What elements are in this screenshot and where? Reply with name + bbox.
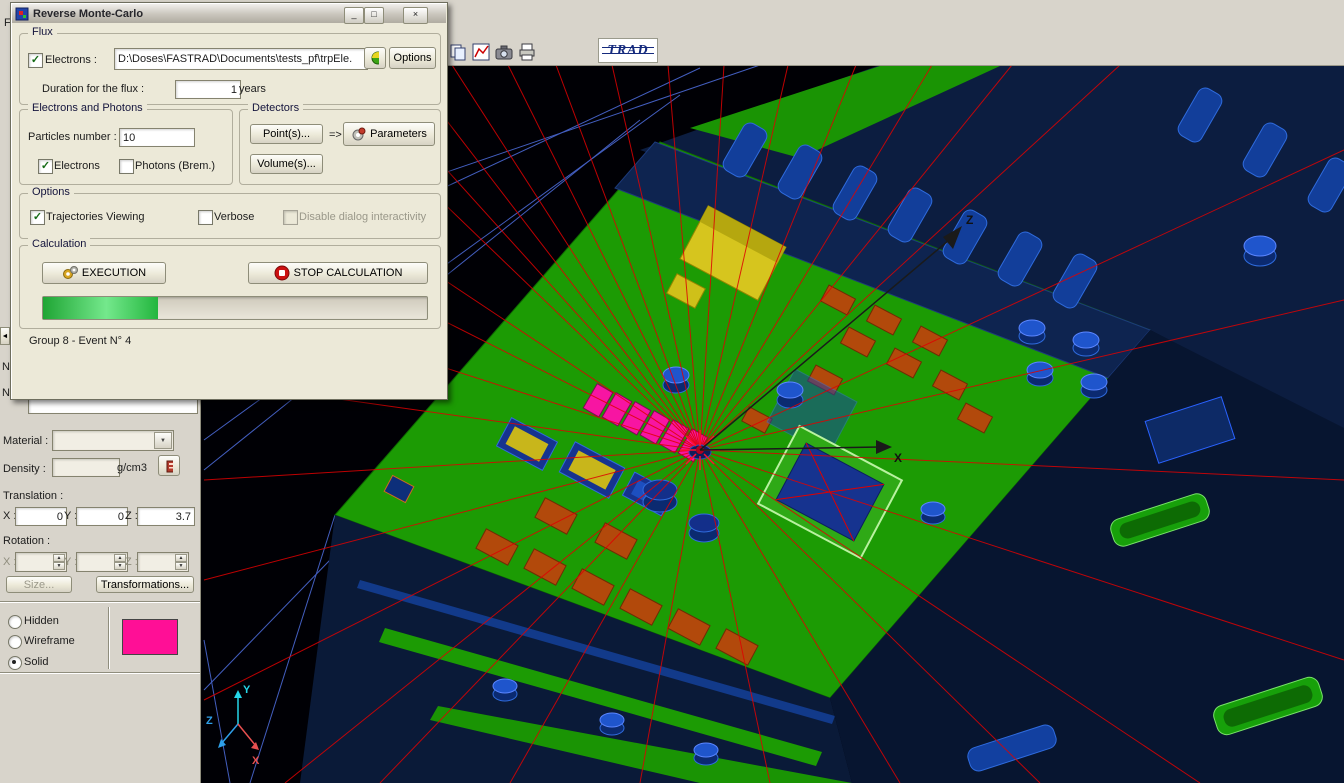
dialog-titlebar[interactable]: Reverse Monte-Carlo _ □ × [12, 4, 446, 23]
rotation-z-label: Z : [125, 556, 138, 568]
scene-x-label: X [894, 451, 902, 465]
flux-group: Flux ✓ Electrons : D:\Doses\FASTRAD\Docu… [19, 33, 441, 105]
detectors-group-label: Detectors [248, 102, 303, 114]
execution-button[interactable]: EXECUTION [42, 262, 166, 284]
divider [0, 672, 200, 674]
fastrad-app-window: Z X Y Z X File [0, 0, 1344, 783]
trad-logo-button[interactable]: TRAD [598, 38, 658, 63]
particles-number-input[interactable]: 10 [119, 128, 195, 147]
calculation-group: Calculation EXECUTION STOP CALCULATION [19, 245, 441, 329]
volumes-button[interactable]: Volume(s)... [250, 154, 323, 174]
translation-y-input[interactable]: 0 [76, 507, 128, 526]
progress-fill [43, 297, 158, 319]
copy-icon[interactable] [447, 42, 469, 64]
stop-calculation-button[interactable]: STOP CALCULATION [248, 262, 428, 284]
arrow-label: => [329, 129, 342, 141]
disable-interactivity-checkbox[interactable]: ✓ [283, 210, 298, 225]
radio-wireframe-label: Wireframe [24, 635, 75, 647]
divider [0, 601, 200, 603]
disable-interactivity-label: Disable dialog interactivity [299, 211, 426, 223]
size-button[interactable]: Size... [6, 576, 72, 593]
duration-unit: years [239, 83, 266, 95]
flux-options-button[interactable]: Options [389, 47, 436, 69]
translation-z-label: Z : [125, 510, 138, 522]
calculation-progress-bar [42, 296, 428, 320]
divider [108, 607, 110, 669]
electrons-flux-checkbox[interactable]: ✓ [28, 53, 43, 68]
electrons-photons-group-label: Electrons and Photons [28, 102, 147, 114]
detectors-group: Detectors Point(s)... => Parameters Volu… [239, 109, 441, 185]
material-label: Material : [3, 435, 48, 447]
stop-icon [274, 265, 290, 281]
trajectories-label: Trajectories Viewing [46, 211, 144, 223]
dialog-title: Reverse Monte-Carlo [33, 8, 143, 20]
collapse-panel-button[interactable]: ◄ [0, 327, 10, 345]
trajectories-checkbox[interactable]: ✓ [30, 210, 45, 225]
electrons-checkbox[interactable]: ✓ [38, 159, 53, 174]
dose-chart-icon[interactable] [470, 42, 492, 64]
triad-z-label: Z [206, 715, 213, 727]
trad-logo-text: TRAD [607, 43, 648, 59]
photons-checkbox[interactable]: ✓ [119, 159, 134, 174]
points-button[interactable]: Point(s)... [250, 124, 323, 144]
triad-y-label: Y [243, 684, 251, 696]
printer-icon[interactable] [516, 42, 538, 64]
translation-z-input[interactable]: 3.7 [137, 507, 195, 526]
rotation-x-stepper[interactable]: ▲▼ [15, 552, 67, 572]
reverse-monte-carlo-dialog: Reverse Monte-Carlo _ □ × Flux ✓ Electro… [10, 2, 448, 400]
minimize-button[interactable]: _ [344, 7, 364, 24]
electrons-photons-group: Electrons and Photons Particles number :… [19, 109, 233, 185]
verbose-label: Verbose [214, 211, 254, 223]
calculation-group-label: Calculation [28, 238, 90, 250]
status-text: Group 8 - Event N° 4 [29, 335, 131, 347]
electrons-flux-label: Electrons : [45, 54, 97, 66]
material-select[interactable]: ▼ [52, 430, 174, 451]
color-swatch[interactable] [122, 619, 178, 655]
radio-hidden-label: Hidden [24, 615, 59, 627]
translation-label: Translation : [3, 490, 63, 502]
verbose-checkbox[interactable]: ✓ [198, 210, 213, 225]
scene-z-label: Z [966, 213, 973, 227]
duration-input[interactable]: 1 [175, 80, 241, 99]
execution-gears-icon [62, 265, 78, 281]
electrons-checkbox-label: Electrons [54, 160, 100, 172]
triad-x-label: X [252, 755, 260, 767]
particles-number-label: Particles number : [28, 131, 117, 143]
photons-checkbox-label: Photons (Brem.) [135, 160, 215, 172]
flux-file-icon[interactable] [364, 47, 386, 69]
camera-icon[interactable] [493, 42, 515, 64]
dialog-icon [15, 7, 29, 21]
translation-x-input[interactable]: 0 [15, 507, 67, 526]
radio-solid[interactable] [8, 656, 22, 670]
parameters-gear-icon [351, 127, 366, 142]
flux-group-label: Flux [28, 26, 57, 38]
density-unit: g/cm3 [117, 462, 147, 474]
density-label: Density : [3, 463, 46, 475]
duration-label: Duration for the flux : [42, 83, 144, 95]
close-button[interactable]: × [403, 7, 428, 24]
options-group-label: Options [28, 186, 74, 198]
material-database-icon[interactable] [158, 455, 180, 476]
transformations-button[interactable]: Transformations... [96, 576, 194, 593]
density-input[interactable] [52, 458, 120, 477]
maximize-button[interactable]: □ [364, 7, 384, 24]
rotation-z-stepper[interactable]: ▲▼ [137, 552, 189, 572]
rotation-label: Rotation : [3, 535, 50, 547]
radio-wireframe[interactable] [8, 635, 22, 649]
radio-solid-label: Solid [24, 656, 48, 668]
chevron-down-icon[interactable]: ▼ [154, 432, 172, 449]
parameters-button[interactable]: Parameters [343, 122, 435, 146]
rotation-y-stepper[interactable]: ▲▼ [76, 552, 128, 572]
options-group: Options ✓ Trajectories Viewing ✓ Verbose… [19, 193, 441, 239]
radio-hidden[interactable] [8, 615, 22, 629]
flux-path-input[interactable]: D:\Doses\FASTRAD\Documents\tests_pf\trpE… [114, 48, 368, 70]
